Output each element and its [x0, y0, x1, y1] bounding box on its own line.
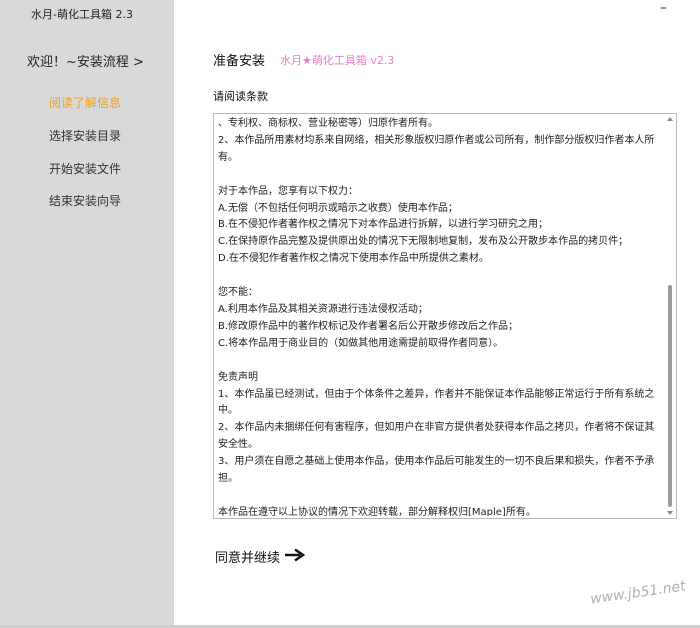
license-line: C.将本作品用于商业目的（如做其他用途需提前取得作者同意）。: [218, 337, 504, 349]
license-line: [218, 353, 662, 370]
license-label: 请阅读条款: [213, 90, 268, 103]
license-line: 、专利权、商标权、营业秘密等）归原作者所有。: [218, 118, 438, 129]
license-line: A.无偿（不包括任何明示或暗示之收费）使用本作品；: [218, 202, 458, 214]
license-line: [218, 167, 662, 184]
license-line: 2、本作品内未捆绑任何有害程序，但如用户在非官方提供者处获得本作品之拷贝，作者将…: [218, 422, 655, 451]
license-line: 您不能：: [218, 287, 258, 299]
watermark: www.jb51.net: [589, 578, 687, 608]
minimize-button[interactable]: –: [660, 0, 667, 16]
scroll-down-icon[interactable]: [667, 511, 673, 515]
license-text: 、专利权、商标权、营业秘密等）归原作者所有。 2、本作品所用素材均系来自网络，相关…: [218, 116, 662, 516]
scroll-up-icon[interactable]: [667, 117, 673, 121]
page-subtitle: 水月★萌化工具箱 v2.3: [280, 54, 395, 67]
scroll-thumb[interactable]: [668, 285, 672, 507]
license-line: D.在不侵犯作者著作权之情况下使用本作品中所提供之素材。: [218, 253, 489, 265]
license-scrollbar[interactable]: [666, 115, 675, 517]
license-line: 2、本作品所用素材均系来自网络，相关形象版权归原作者或公司所有，制作部分版权归作…: [218, 134, 655, 163]
sidebar-step-read-info: 阅读了解信息: [49, 96, 122, 110]
agree-continue-button[interactable]: 同意并继续: [215, 547, 306, 566]
license-line: B.修改原作品中的著作权标记及作者署名后公开散步修改后之作品；: [218, 320, 519, 332]
sidebar-step-install-files: 开始安装文件: [49, 162, 122, 176]
license-line: 本作品在遵守以上协议的情况下欢迎转载，部分解释权归[Maple]所有。: [218, 506, 536, 516]
agree-continue-label: 同意并继续: [215, 551, 281, 566]
window-title: 水月-萌化工具箱 2.3: [31, 8, 133, 21]
arrow-right-icon: [284, 547, 306, 566]
license-textbox[interactable]: 、专利权、商标权、营业秘密等）归原作者所有。 2、本作品所用素材均系来自网络，相关…: [213, 113, 677, 519]
license-line: [218, 268, 662, 285]
license-line: 1、本作品虽已经测试，但由于个体条件之差异，作者并不能保证本作品能够正常运行于所…: [218, 388, 655, 417]
license-line: C.在保持原作品完整及提供原出处的情况下无限制地复制，发布及公开散步本作品的拷贝…: [218, 236, 629, 248]
license-line: B.在不侵犯作者著作权之情况下对本作品进行拆解，以进行学习研究之用；: [218, 219, 549, 231]
license-line: 3、用户须在自愿之基础上使用本作品，使用本作品后可能发生的一切不良后果和损失，作…: [218, 456, 655, 485]
page-title: 准备安装: [213, 54, 266, 69]
sidebar-step-finish: 结束安装向导: [49, 194, 122, 208]
sidebar-step-choose-directory: 选择安装目录: [49, 129, 122, 143]
license-line: 对于本作品，您享有以下权力：: [218, 185, 358, 197]
license-line: A.利用本作品及其相关资源进行违法侵权活动；: [218, 303, 428, 315]
license-line: [218, 488, 662, 505]
license-line: 免责声明: [218, 371, 258, 383]
sidebar: 水月-萌化工具箱 2.3 欢迎！~安装流程 > 阅读了解信息 选择安装目录 开始…: [0, 0, 174, 628]
sidebar-heading: 欢迎！~安装流程 >: [27, 55, 144, 70]
